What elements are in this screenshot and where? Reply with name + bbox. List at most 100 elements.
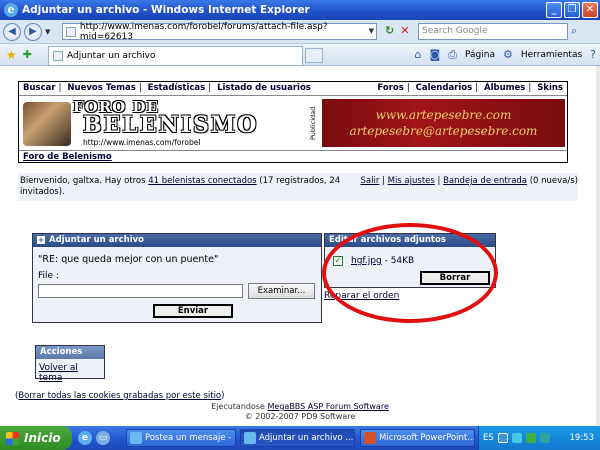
powerpoint-icon — [364, 432, 376, 444]
nativity-figures-image — [23, 102, 71, 146]
inbox-link[interactable]: Bandeja de entrada — [443, 176, 527, 186]
nav-calendarios[interactable]: Calendarios — [416, 83, 473, 93]
actions-panel-header: Acciones — [36, 346, 104, 359]
ad-line2: artepesebre@artepesebre.com — [349, 124, 538, 138]
minimize-icon[interactable]: _ — [546, 2, 562, 18]
feeds-icon[interactable]: ◙ — [429, 47, 440, 63]
cookies-line: (Borrar todas las cookies grabadas por e… — [15, 391, 225, 401]
favorites-star-icon[interactable]: ★ — [6, 48, 17, 62]
taskbar-item-powerpoint[interactable]: Microsoft PowerPoint... — [360, 429, 475, 447]
history-dropdown-icon[interactable]: ▼ — [45, 28, 50, 36]
refresh-icon[interactable]: ↻ — [385, 23, 394, 39]
taskbar-item-adjuntar[interactable]: Adjuntar un archivo ... — [240, 429, 355, 447]
window-controls: _ ❐ ✕ — [546, 2, 598, 18]
tab-label: Adjuntar un archivo — [67, 51, 156, 61]
logout-link[interactable]: Salir — [361, 176, 380, 186]
ie-quicklaunch-icon[interactable]: e — [78, 431, 92, 445]
antivirus-tray-icon[interactable] — [539, 433, 550, 443]
security-tray-icon[interactable] — [525, 433, 536, 443]
desktop-quicklaunch-icon[interactable]: ▭ — [96, 431, 110, 445]
window-title: Adjuntar un archivo - Windows Internet E… — [22, 4, 310, 16]
topic-subject: "RE: que queda mejor con un puente" — [38, 254, 219, 265]
settings-link[interactable]: Mis ajustes — [388, 176, 435, 186]
home-icon[interactable]: ⌂ — [415, 47, 422, 63]
nav-buscar[interactable]: Buscar — [23, 83, 56, 93]
close-icon[interactable]: ✕ — [582, 2, 598, 18]
nav-skins[interactable]: Skins — [537, 83, 563, 93]
tools-gear-icon: ⚙ — [502, 48, 513, 61]
back-to-topic-link[interactable]: Volver al tema — [36, 359, 104, 383]
clear-cookies-link[interactable]: Borrar todas las cookies grabadas por es… — [18, 391, 221, 401]
upload-panel-title: Adjuntar un archivo — [49, 235, 145, 245]
window-titlebar: e Adjuntar un archivo - Windows Internet… — [0, 0, 600, 20]
tab-toolbar: ★ ✚ Adjuntar un archivo ⌂ ◙ ⎙ Página ⚙ H… — [0, 44, 600, 66]
forum-banner: FORO DE BELENISMO http://www.imenas.com/… — [19, 96, 567, 150]
tools-menu[interactable]: Herramientas — [521, 47, 582, 63]
advertisement-banner[interactable]: www.artepesebre.com artepesebre@artepese… — [322, 99, 565, 147]
page-menu[interactable]: Página — [465, 47, 495, 63]
send-button[interactable]: Enviar — [153, 304, 233, 318]
address-dropdown-icon[interactable]: ▼ — [369, 24, 374, 39]
address-input[interactable]: http://www.imenas.com/forobel/forums/att… — [62, 21, 377, 42]
windows-flag-icon — [6, 431, 19, 445]
file-label: File : — [38, 271, 59, 281]
ie-icon — [244, 432, 256, 444]
start-label: Inicio — [24, 431, 61, 445]
forum-logo[interactable]: FORO DE BELENISMO http://www.imenas.com/… — [23, 98, 283, 148]
restore-icon[interactable]: ❐ — [564, 2, 580, 18]
nav-usuarios[interactable]: Listado de usuarios — [217, 83, 311, 93]
print-icon[interactable]: ⎙ — [448, 47, 457, 63]
taskbar: Inicio e ▭ Postea un mensaje - ... Adjun… — [0, 426, 600, 450]
online-users-link[interactable]: 41 belenistas conectados — [148, 176, 256, 186]
page-content: Buscar | Nuevos Temas | Estadísticas | List… — [0, 66, 600, 426]
system-tray: ES 19:53 — [478, 426, 600, 450]
welcome-bar: Bienvenido, galtxa. Hay otros 41 belenis… — [18, 173, 578, 201]
new-tab-button[interactable] — [305, 48, 323, 63]
nav-estadisticas[interactable]: Estadísticas — [148, 83, 206, 93]
welcome-prefix: Bienvenido, galtxa. Hay otros — [20, 176, 149, 186]
megabbs-link[interactable]: MegaBBS ASP Forum Software — [268, 402, 389, 411]
footer-copyright: © 2002-2007 PD9 Software — [244, 412, 356, 421]
collapse-icon[interactable]: + — [37, 236, 45, 244]
breadcrumb[interactable]: Foro de Belenismo — [19, 150, 567, 163]
back-icon[interactable]: ◀ — [3, 22, 21, 41]
stop-icon[interactable]: ✕ — [400, 23, 409, 39]
add-favorite-icon[interactable]: ✚ — [23, 48, 32, 61]
nav-albumes[interactable]: Álbumes — [484, 83, 525, 93]
upload-panel-header: + Adjuntar un archivo — [33, 234, 321, 247]
browse-button[interactable]: Examinar... — [248, 283, 315, 299]
ie-icon — [130, 432, 142, 444]
help-tray-icon[interactable] — [497, 433, 508, 443]
taskbar-item-postea[interactable]: Postea un mensaje - ... — [126, 429, 236, 447]
search-input[interactable]: Search Google — [418, 23, 568, 40]
address-url: http://www.imenas.com/forobel/forums/att… — [79, 21, 328, 42]
nav-nuevos-temas[interactable]: Nuevos Temas — [67, 83, 135, 93]
welcome-text: Bienvenido, galtxa. Hay otros 41 belenis… — [20, 176, 375, 198]
search-icon[interactable]: ⌕ — [571, 23, 577, 39]
running-prefix: Ejecutandose — [211, 402, 268, 411]
publicidad-label: Publicidad — [309, 106, 317, 140]
logo-line2: BELENISMO — [83, 112, 259, 138]
page-icon — [53, 51, 63, 61]
upload-panel: + Adjuntar un archivo "RE: que queda mejo… — [32, 233, 322, 323]
file-path-input[interactable] — [38, 284, 243, 298]
help-icon[interactable]: ? — [590, 47, 596, 63]
actions-panel: Acciones Volver al tema — [35, 345, 105, 383]
start-button[interactable]: Inicio — [0, 426, 72, 450]
language-indicator[interactable]: ES — [483, 433, 494, 443]
tab-adjuntar[interactable]: Adjuntar un archivo — [48, 46, 303, 65]
ad-line1: www.artepesebre.com — [375, 108, 512, 122]
address-actions: ↻ ✕ — [385, 23, 409, 39]
clock[interactable]: 19:53 — [570, 433, 595, 443]
footer-running: Ejecutandose MegaBBS ASP Forum Software — [0, 402, 600, 411]
forward-icon[interactable]: ▶ — [24, 22, 42, 41]
nav-foros[interactable]: Foros — [377, 83, 403, 93]
task-label: Microsoft PowerPoint... — [379, 433, 475, 443]
forum-header: Buscar | Nuevos Temas | Estadísticas | List… — [18, 81, 568, 163]
user-links: Salir | Mis ajustes | Bandeja de entrada… — [360, 176, 579, 186]
command-buttons: ⌂ ◙ ⎙ Página ⚙ Herramientas ? — [415, 47, 597, 63]
address-toolbar: ◀ ▶ ▼ http://www.imenas.com/forobel/foru… — [0, 20, 600, 44]
network-tray-icon[interactable] — [511, 433, 522, 443]
annotation-circle — [322, 223, 498, 323]
vertical-scrollbar[interactable] — [596, 66, 600, 426]
